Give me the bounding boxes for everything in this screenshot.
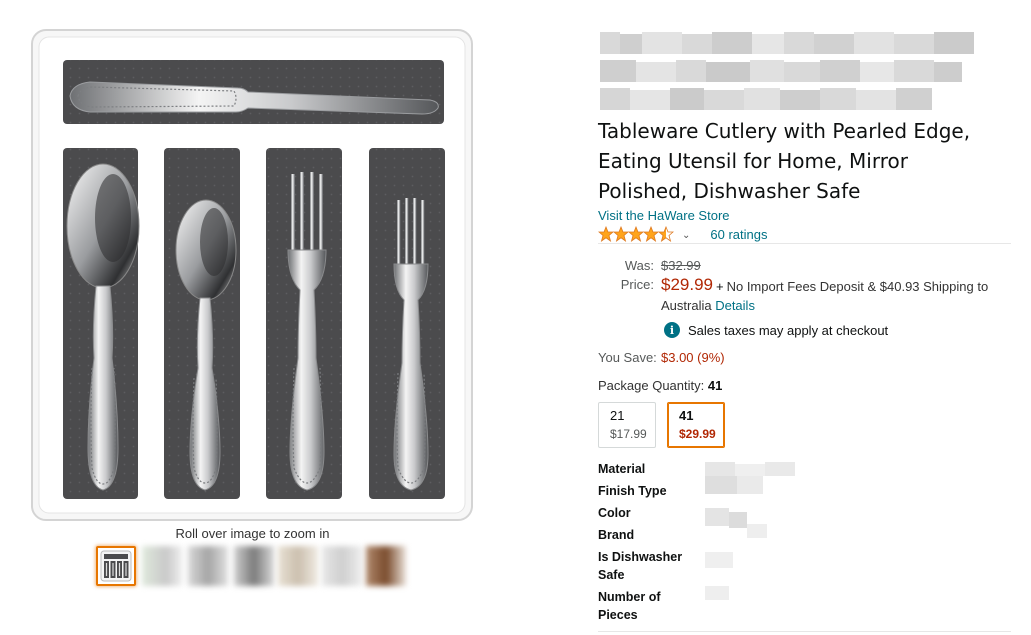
product-title: Tableware Cutlery with Pearled Edge, Eat… [598, 119, 971, 203]
spec-label-brand: Brand [598, 528, 635, 542]
package-option-21[interactable]: 21 $17.99 [598, 402, 656, 448]
stars-icon [598, 226, 674, 242]
package-option-41[interactable]: 41 $29.99 [667, 402, 725, 448]
package-quantity-row: Package Quantity: 41 [598, 378, 722, 393]
rating-row: ⌄ 60 ratings [598, 225, 767, 243]
you-save-label: You Save: [598, 350, 657, 365]
details-link[interactable]: Details [715, 298, 755, 313]
spec-label-finish-type: Finish Type [598, 484, 667, 498]
thumbnail-6[interactable] [322, 546, 362, 586]
thumbnail-1[interactable] [96, 546, 136, 586]
tax-note: Sales taxes may apply at checkout [688, 322, 889, 338]
thumbnail-strip [96, 546, 426, 588]
ratings-count-link[interactable]: 60 ratings [710, 227, 767, 242]
option-name: 41 [679, 408, 694, 423]
store-link[interactable]: Visit the HaWare Store [598, 208, 730, 223]
info-icon: i [664, 322, 680, 338]
option-price: $29.99 [679, 427, 716, 441]
thumbnail-2[interactable] [142, 546, 182, 586]
thumbnail-7[interactable] [366, 546, 406, 586]
you-save-value: $3.00 (9%) [661, 350, 725, 365]
divider [598, 631, 1011, 632]
spec-label-material: Material [598, 462, 646, 476]
thumbnail-5[interactable] [278, 546, 318, 586]
divider [598, 243, 1011, 244]
option-name: 21 [610, 408, 625, 423]
thumbnail-3[interactable] [188, 546, 228, 586]
redacted-spec-values [705, 462, 795, 600]
shipping-text: No Import Fees Deposit & $40.93 Shipping… [726, 279, 989, 294]
spec-label-number-of-pieces: Number of Pieces [598, 590, 661, 622]
chevron-down-icon[interactable]: ⌄ [682, 230, 690, 241]
thumbnail-4[interactable] [234, 546, 274, 586]
shipping-destination: Australia Details [661, 298, 755, 313]
package-quantity-selected: 41 [707, 378, 723, 393]
zoom-hint-text: Roll over image to zoom in [175, 526, 330, 541]
tray-thumbnail-icon [100, 550, 132, 582]
main-product-image[interactable] [30, 28, 474, 522]
current-price: $29.99 [661, 275, 713, 294]
pixelated-redaction [600, 32, 974, 110]
price-label: Price: [620, 277, 654, 292]
plus-sign: + [716, 279, 724, 294]
was-price: $32.99 [661, 258, 701, 273]
cutlery-tray-image [31, 29, 473, 521]
tax-note-row: i Sales taxes may apply at checkout [664, 322, 888, 338]
package-quantity-label: Package Quantity: [598, 378, 708, 393]
star-rating[interactable] [598, 226, 674, 242]
option-price: $17.99 [610, 427, 647, 441]
redacted-title-area [598, 28, 978, 112]
import-fees-text: + No Import Fees Deposit & $40.93 Shippin… [716, 279, 988, 294]
shipping-country: Australia [661, 298, 716, 313]
spec-label-color: Color [598, 506, 631, 520]
was-label: Was: [624, 258, 654, 273]
spec-label-dishwasher-safe: Is Dishwasher Safe [598, 550, 683, 582]
